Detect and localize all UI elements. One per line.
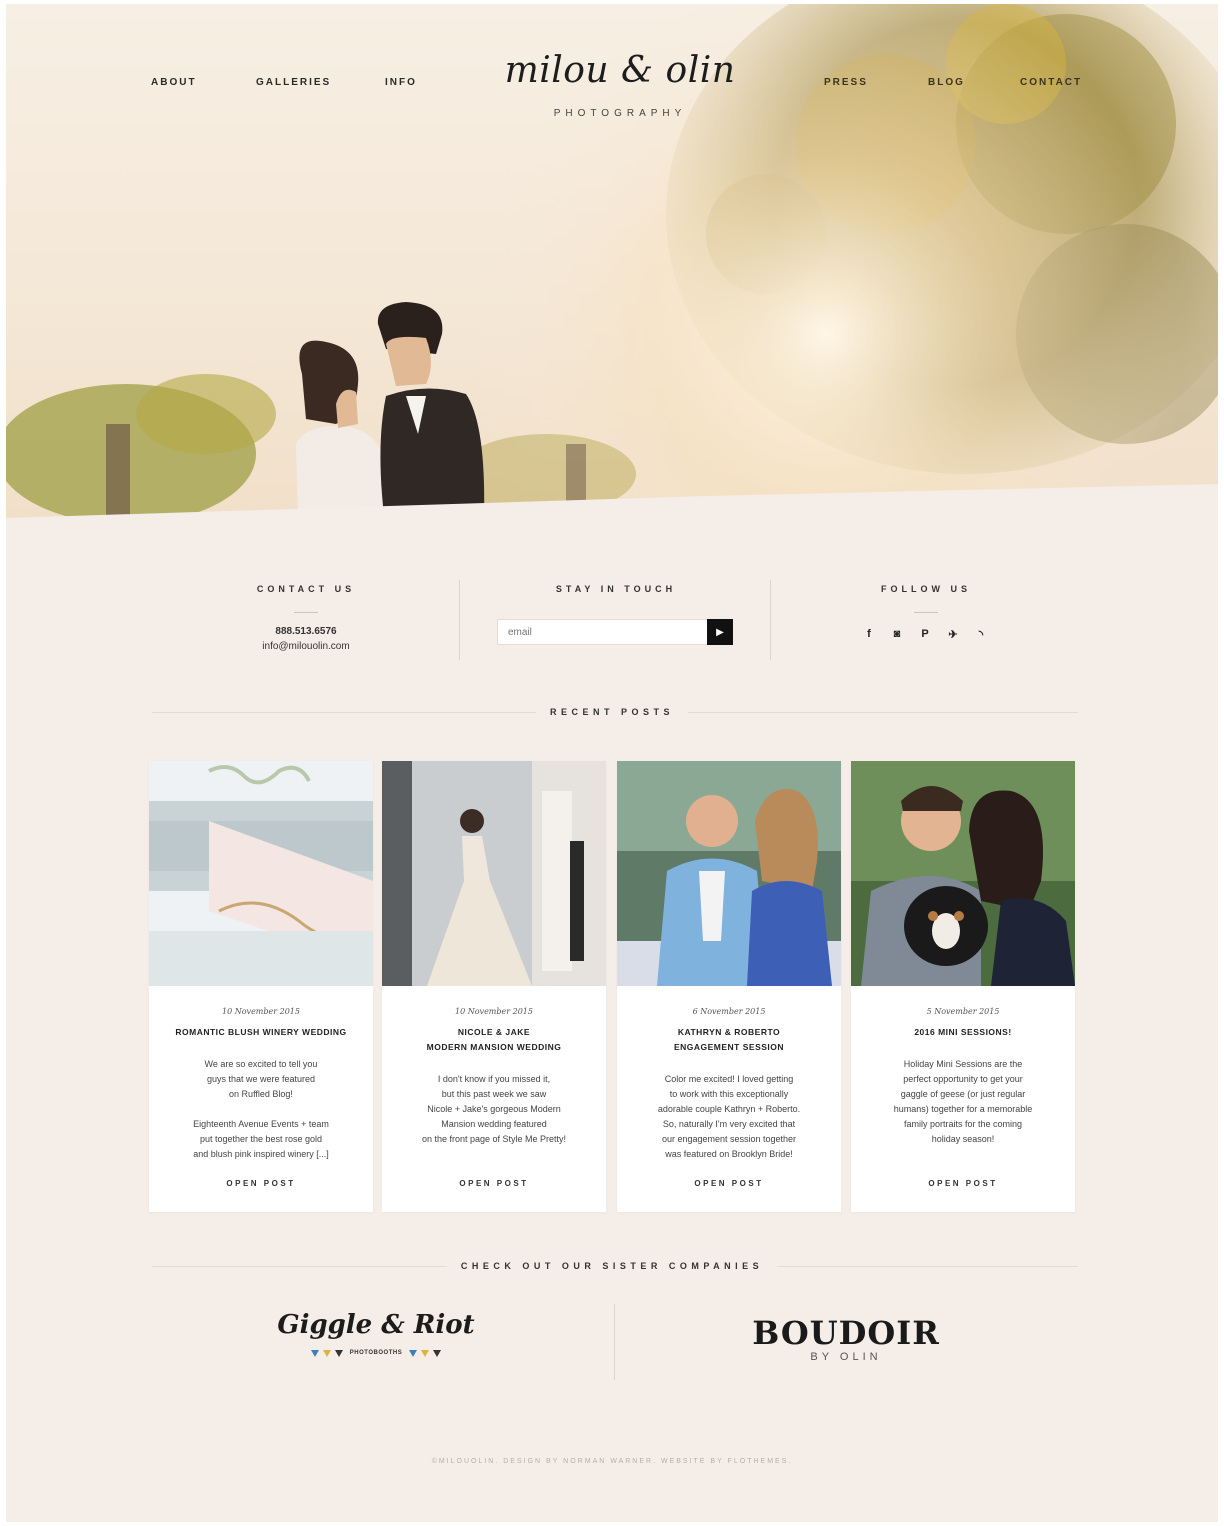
- post-title[interactable]: ROMANTIC BLUSH WINERY WEDDING: [161, 1025, 361, 1040]
- stay-in-touch-heading: STAY IN TOUCH: [555, 584, 677, 594]
- email-submit-button[interactable]: ▶: [707, 619, 733, 645]
- giggle-and-riot-tagline: PHOTOBOOTHS: [310, 1346, 442, 1360]
- post-excerpt: We are so excited to tell you guys that …: [193, 1059, 329, 1159]
- post-card[interactable]: 5 November 2015 2016 MINI SESSIONS! Holi…: [851, 761, 1075, 1212]
- post-date: 10 November 2015: [455, 1007, 533, 1016]
- post-thumbnail[interactable]: [851, 761, 1075, 986]
- post-card[interactable]: 10 November 2015 NICOLE & JAKE MODERN MA…: [382, 761, 606, 1212]
- nav-blog[interactable]: BLOG: [928, 77, 965, 88]
- post-date: 5 November 2015: [926, 1007, 1000, 1016]
- open-post-link[interactable]: OPEN POST: [382, 1179, 606, 1188]
- open-post-link[interactable]: OPEN POST: [617, 1179, 841, 1188]
- bunting-icon: [421, 1349, 430, 1357]
- post-title[interactable]: 2016 MINI SESSIONS!: [863, 1025, 1063, 1040]
- bunting-icon: [433, 1349, 442, 1357]
- nav-about[interactable]: ABOUT: [151, 77, 197, 88]
- footer-credits: ©MILOUOLIN. DESIGN BY NORMAN WARNER. WEB…: [431, 1458, 793, 1465]
- nav-galleries[interactable]: GALLERIES: [256, 77, 331, 88]
- instagram-icon[interactable]: ◙: [889, 626, 905, 642]
- hero-banner: ABOUT GALLERIES INFO milou & olin PHOTOG…: [6, 4, 1218, 528]
- site-logo-subtitle: PHOTOGRAPHY: [553, 108, 687, 119]
- nav-press[interactable]: PRESS: [824, 77, 868, 88]
- follow-us-heading: FOLLOW US: [881, 584, 971, 594]
- bunting-icon: [310, 1349, 319, 1357]
- post-excerpt: Holiday Mini Sessions are the perfect op…: [893, 1059, 1033, 1144]
- recent-posts-heading: RECENT POSTS: [6, 707, 1218, 717]
- contact-phone[interactable]: 888.513.6576: [156, 626, 456, 637]
- open-post-link[interactable]: OPEN POST: [149, 1179, 373, 1188]
- giggle-and-riot-subtitle: PHOTOBOOTHS: [349, 1350, 403, 1356]
- post-title[interactable]: KATHRYN & ROBERTO ENGAGEMENT SESSION: [629, 1025, 829, 1055]
- site-logo[interactable]: milou & olin: [500, 50, 740, 91]
- post-thumbnail[interactable]: [382, 761, 606, 986]
- info-divider-left: [459, 580, 460, 660]
- email-input[interactable]: [498, 620, 698, 644]
- post-thumbnail[interactable]: [617, 761, 841, 986]
- post-title[interactable]: NICOLE & JAKE MODERN MANSION WEDDING: [394, 1025, 594, 1055]
- bunting-icon: [322, 1349, 331, 1357]
- post-thumbnail[interactable]: [149, 761, 373, 986]
- post-card[interactable]: 6 November 2015 KATHRYN & ROBERTO ENGAGE…: [617, 761, 841, 1212]
- bunting-icon: [334, 1349, 343, 1357]
- follow-us-rule: [914, 612, 938, 613]
- post-card[interactable]: 10 November 2015 ROMANTIC BLUSH WINERY W…: [149, 761, 373, 1212]
- post-excerpt: I don't know if you missed it, but this …: [421, 1074, 567, 1144]
- rss-icon[interactable]: ◝: [973, 626, 989, 642]
- facebook-icon[interactable]: f: [861, 626, 877, 642]
- info-divider-right: [770, 580, 771, 660]
- boudoir-by-olin-logo[interactable]: BOUDOIR: [746, 1314, 946, 1352]
- post-excerpt: Color me excited! I loved getting to wor…: [657, 1074, 801, 1159]
- pinterest-icon[interactable]: P: [917, 626, 933, 642]
- post-date: 6 November 2015: [692, 1007, 766, 1016]
- giggle-and-riot-logo[interactable]: Giggle & Riot: [266, 1310, 486, 1340]
- post-date: 10 November 2015: [222, 1007, 300, 1016]
- page: ABOUT GALLERIES INFO milou & olin PHOTOG…: [6, 4, 1218, 1522]
- sister-divider: [614, 1304, 615, 1380]
- boudoir-by-olin-subtitle: BY OLIN: [810, 1351, 882, 1363]
- sister-companies-heading: CHECK OUT OUR SISTER COMPANIES: [6, 1261, 1218, 1271]
- nav-contact[interactable]: CONTACT: [1020, 77, 1082, 88]
- bunting-icon: [409, 1349, 418, 1357]
- contact-email[interactable]: info@milouolin.com: [156, 641, 456, 652]
- contact-us-rule: [294, 612, 318, 613]
- nav-info[interactable]: INFO: [385, 77, 417, 88]
- arrow-right-icon: ▶: [716, 626, 724, 638]
- email-field-box: [497, 619, 709, 645]
- twitter-icon[interactable]: ✈: [945, 626, 961, 642]
- contact-us-heading: CONTACT US: [256, 584, 356, 594]
- open-post-link[interactable]: OPEN POST: [851, 1179, 1075, 1188]
